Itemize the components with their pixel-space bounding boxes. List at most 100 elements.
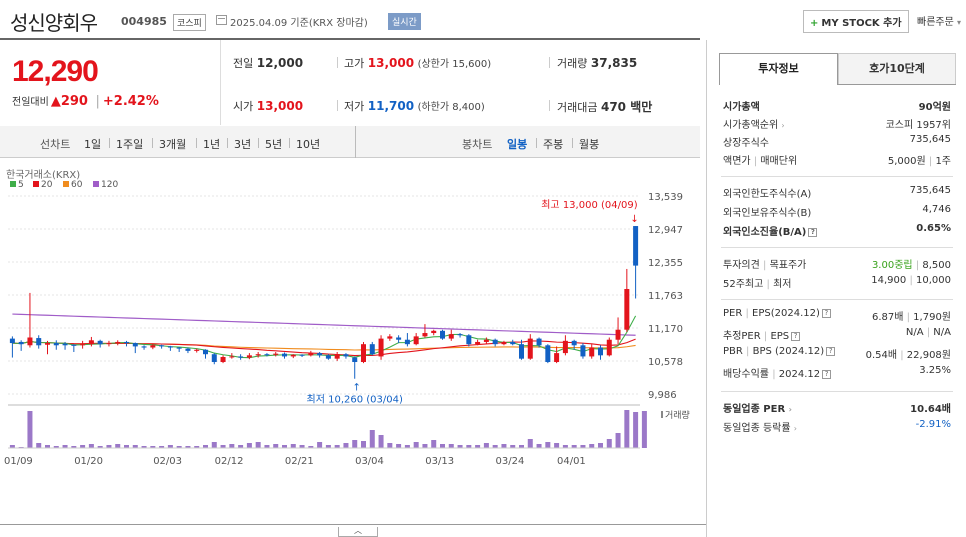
market-cap-label: 시가총액 — [723, 102, 760, 113]
week52-high-value: 14,900 — [871, 275, 907, 286]
foreign-limit-label: 외국인한도주식수(A) — [723, 189, 812, 200]
period-1y[interactable]: 1년 — [203, 136, 220, 152]
candle-body — [36, 338, 42, 346]
unit-label: 매매단위 — [760, 156, 798, 167]
candle-body — [466, 335, 472, 345]
dividend-row: 배당수익률 | 2024.12? 3.25% — [723, 365, 951, 380]
lower-limit: (하한가 8,400) — [417, 102, 485, 113]
candle-body — [404, 339, 410, 345]
chart-bottom-line — [0, 524, 706, 525]
change-value: 290 — [60, 94, 88, 109]
legend-swatch — [93, 181, 99, 187]
tab-invest-info[interactable]: 투자정보 — [719, 53, 838, 85]
candle-body — [88, 340, 94, 345]
candle-body — [211, 354, 217, 363]
section-divider — [721, 391, 953, 392]
dividend-period: 2024.12 — [778, 369, 821, 380]
candle-body — [229, 356, 235, 358]
period-1d[interactable]: 1일 — [84, 136, 101, 152]
par-value: 5,000원 — [887, 156, 926, 167]
candle-body — [132, 343, 138, 347]
divider — [337, 100, 338, 111]
industry-per-row[interactable]: 동일업종 PER › 10.64배 — [723, 400, 951, 418]
volume-bar — [396, 444, 402, 448]
period-10y[interactable]: 10년 — [296, 136, 320, 152]
candle-body — [246, 355, 252, 358]
candle-body — [53, 343, 59, 346]
candle-body — [361, 344, 366, 363]
candle-weekly[interactable]: 주봉 — [543, 136, 563, 152]
x-tick-label: 03/04 — [355, 456, 384, 467]
help-icon[interactable]: ? — [826, 347, 836, 356]
opinion-label: 투자의견 — [723, 260, 760, 271]
market-cap-row: 시가총액 90억원 — [723, 98, 951, 116]
period-5y[interactable]: 5년 — [265, 136, 282, 152]
period-1w[interactable]: 1주일 — [116, 136, 143, 152]
candle-body — [18, 341, 24, 345]
price-chart[interactable]: 13,539 12,947 12,355 11,763 11,170 10,578 9,98… — [0, 160, 706, 524]
mystock-label: MY STOCK 추가 — [821, 18, 902, 29]
volume-bar — [431, 440, 437, 448]
industry-rate-row[interactable]: 동일업종 등락률 › -2.91% — [723, 419, 951, 437]
par-label: 액면가 — [723, 156, 751, 167]
section-divider — [721, 176, 953, 177]
pbr-label: PBR — [723, 346, 743, 357]
help-icon[interactable]: ? — [822, 370, 832, 379]
volume-bar — [273, 444, 279, 448]
realtime-button[interactable]: 실시간 — [388, 13, 421, 30]
candle-monthly[interactable]: 월봉 — [579, 136, 599, 152]
up-arrow-icon: ▲ — [50, 94, 61, 109]
x-tick-label: 01/20 — [74, 456, 103, 467]
shares-value: 735,645 — [909, 134, 951, 145]
period-3y[interactable]: 3년 — [234, 136, 251, 152]
divider — [152, 138, 153, 148]
candle-body — [150, 345, 156, 348]
volume-bar — [545, 442, 551, 448]
help-icon[interactable]: ? — [808, 228, 818, 237]
per-row: PER | EPS(2024.12)? 6.87배 | 1,790원 — [723, 308, 951, 323]
section-divider — [721, 247, 953, 248]
divider — [549, 100, 550, 111]
help-icon[interactable]: ? — [791, 332, 801, 341]
target-label: 목표주가 — [769, 260, 807, 271]
foreign-limit-row: 외국인한도주식수(A) 735,645 — [723, 185, 951, 203]
week52-high-label: 52주최고 — [723, 279, 764, 290]
y-tick-label: 10,578 — [648, 357, 683, 368]
volume-bar — [352, 440, 358, 448]
volume-legend-label: 거래량 — [665, 409, 690, 421]
current-price: 12,290 — [12, 55, 99, 88]
market-cap-rank-row[interactable]: 시가총액순위 › 코스피 1957위 — [723, 116, 951, 134]
date-text: 2025.04.09 기준(KRX 장마감) — [230, 18, 368, 29]
foreign-hold-row: 외국인보유주식수(B) 4,746 — [723, 204, 951, 222]
candle-body — [343, 354, 349, 357]
pbr-value: 0.54배 — [865, 350, 898, 361]
foreign-hold-value: 4,746 — [922, 204, 951, 215]
opinion-value: 3.00중립 — [871, 260, 913, 271]
legend-label: 60 — [71, 180, 83, 190]
candle-body — [9, 338, 15, 344]
candle-daily[interactable]: 일봉 — [507, 136, 527, 152]
tab-orderbook[interactable]: 호가10단계 — [838, 53, 956, 85]
candle-body — [290, 354, 296, 357]
candle-body — [159, 345, 165, 347]
collapse-button[interactable]: ︿ — [338, 527, 378, 537]
help-icon[interactable]: ? — [821, 309, 831, 318]
candle-body — [457, 334, 463, 336]
candle-body — [598, 347, 603, 356]
calendar-icon — [216, 15, 227, 25]
quick-order-button[interactable]: 빠른주문 ▾ — [917, 13, 961, 28]
ma-5-line — [12, 315, 637, 359]
industry-rate-label: 동일업종 등락률 — [723, 423, 791, 434]
pbr-row: PBR | BPS (2024.12)? 0.54배 | 22,908원 — [723, 346, 951, 361]
candle-body — [141, 346, 147, 348]
foreign-ratio-label: 외국인소진율(B/A) — [723, 227, 807, 238]
candle-body — [545, 345, 551, 363]
mystock-add-button[interactable]: + MY STOCK 추가 — [803, 10, 909, 33]
candle-body — [536, 338, 542, 346]
volume: 거래량 37,835 — [557, 55, 637, 71]
legend-label: 120 — [101, 180, 118, 190]
period-3m[interactable]: 3개월 — [159, 136, 186, 152]
week52-row: 52주최고 | 최저 14,900 | 10,000 — [723, 275, 951, 290]
par-row: 액면가 | 매매단위 5,000원 | 1주 — [723, 156, 951, 167]
volume-bar — [246, 443, 252, 448]
